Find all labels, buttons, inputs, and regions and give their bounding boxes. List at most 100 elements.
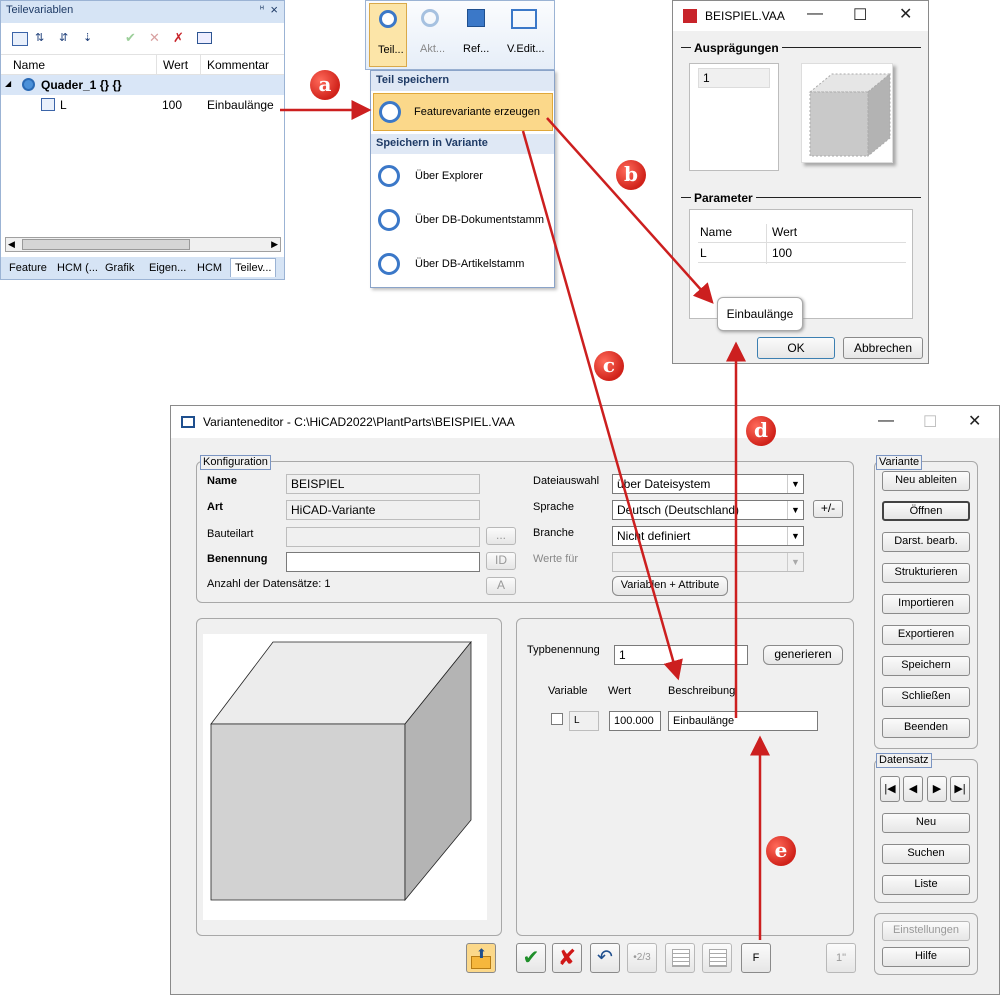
ref-button[interactable]: Ref... [456, 3, 494, 67]
schliessen-button[interactable]: Schließen [882, 687, 970, 707]
auspraegungen-list[interactable]: 1 [689, 63, 779, 171]
close-icon[interactable]: ✕ [899, 4, 912, 24]
col-name[interactable]: Name [13, 58, 45, 72]
gear-icon [378, 165, 400, 187]
dialog-titlebar: BEISPIEL.VAA — ☐ ✕ [673, 1, 928, 31]
liste-button[interactable]: Liste [882, 875, 970, 895]
menu-item-featurevariante[interactable]: Featurevariante erzeugen [373, 93, 553, 131]
table-button[interactable] [665, 943, 695, 973]
prev-record-button[interactable]: ◀ [903, 776, 923, 802]
export-button[interactable]: ⬆ [466, 943, 496, 973]
horizontal-scrollbar[interactable]: ◀ ▶ [5, 237, 281, 252]
pin-icon[interactable]: ᵸ [260, 3, 264, 15]
cell-wert[interactable]: 100 [162, 98, 182, 112]
exportieren-button[interactable]: Exportieren [882, 625, 970, 645]
first-record-button[interactable]: |◀ [880, 776, 900, 802]
variablen-attribute-button[interactable]: Variablen + Attribute [612, 576, 728, 596]
tab-hcm-1[interactable]: HCM (... [57, 262, 98, 274]
strukturieren-button[interactable]: Strukturieren [882, 563, 970, 583]
f-button[interactable]: F [741, 943, 771, 973]
menu-item-artikelstamm[interactable]: Über DB-Artikelstamm [373, 247, 553, 285]
count-button[interactable]: •2/3 [627, 943, 657, 973]
darst-bearb-button[interactable]: Darst. bearb. [882, 532, 970, 552]
discard-button[interactable]: ✘ [552, 943, 582, 973]
tab-teilevariablen[interactable]: Teilev... [230, 258, 277, 277]
sprache-select[interactable]: Deutsch (Deutschland) ▼ [612, 500, 804, 520]
dateiauswahl-select[interactable]: über Dateisystem ▼ [612, 474, 804, 494]
neu-button[interactable]: Neu [882, 813, 970, 833]
maximize-icon[interactable]: ☐ [853, 5, 867, 25]
art-field[interactable]: HiCAD-Variante [286, 500, 480, 520]
variable-name-field[interactable]: L [569, 711, 599, 731]
save-icon [467, 9, 485, 27]
konfiguration-label: Konfiguration [200, 455, 271, 470]
benennung-field[interactable] [286, 552, 480, 572]
oeffnen-button[interactable]: Öffnen [882, 501, 970, 521]
tab-hcm-2[interactable]: HCM [197, 262, 222, 274]
tree-root-row[interactable]: ◢ Quader_1 {} {} [1, 75, 284, 95]
apply-button[interactable]: ✔ [516, 943, 546, 973]
variable-beschreibung-field[interactable]: Einbaulänge [668, 711, 818, 731]
branche-select[interactable]: Nicht definiert ▼ [612, 526, 804, 546]
col-wert[interactable]: Wert [163, 58, 188, 72]
menu-item-dokumentstamm[interactable]: Über DB-Dokumentstamm [373, 203, 553, 241]
name-field[interactable]: BEISPIEL [286, 474, 480, 494]
tab-feature[interactable]: Feature [9, 262, 47, 274]
cell-kommentar[interactable]: Einbaulänge [207, 98, 274, 112]
maximize-icon[interactable]: ☐ [923, 412, 937, 432]
delete-icon[interactable]: ✗ [173, 30, 184, 46]
speichern-button[interactable]: Speichern [882, 656, 970, 676]
cross-icon: ✘ [557, 945, 577, 970]
inch-button[interactable]: 1" [826, 943, 856, 973]
edit-icon[interactable] [197, 32, 212, 44]
param-value[interactable]: 100 [772, 246, 792, 260]
close-icon[interactable]: ✕ [968, 411, 981, 431]
minimize-icon[interactable]: — [878, 412, 894, 430]
generieren-button[interactable]: generieren [763, 645, 843, 665]
sort-up-icon[interactable]: ⇅ [35, 31, 44, 44]
a-button[interactable]: A [486, 577, 516, 595]
variable-checkbox[interactable] [551, 713, 563, 725]
sort-down-icon[interactable]: ⇵ [59, 31, 68, 44]
table-row[interactable]: L 100 Einbaulänge [1, 95, 284, 115]
teil-button[interactable]: Teil... [369, 3, 407, 67]
chevron-down-icon: ▼ [787, 475, 803, 493]
list-item[interactable]: 1 [698, 68, 770, 88]
scroll-left-icon[interactable]: ◀ [8, 239, 15, 250]
plusminus-button[interactable]: +/- [813, 500, 843, 518]
neu-ableiten-button[interactable]: Neu ableiten [882, 471, 970, 491]
suchen-button[interactable]: Suchen [882, 844, 970, 864]
col-kommentar[interactable]: Kommentar [207, 58, 269, 72]
tab-grafik[interactable]: Grafik [105, 262, 134, 274]
bauteilart-browse-button[interactable]: ... [486, 527, 516, 545]
importieren-button[interactable]: Importieren [882, 594, 970, 614]
next-record-button[interactable]: ▶ [927, 776, 947, 802]
scroll-right-icon[interactable]: ▶ [271, 239, 278, 250]
typbenennung-field[interactable]: 1 [614, 645, 748, 665]
sort-icon[interactable]: ⇣ [83, 31, 92, 44]
ok-button[interactable]: OK [757, 337, 835, 359]
table-edit-button[interactable] [702, 943, 732, 973]
cross-icon[interactable]: ✕ [149, 30, 160, 46]
variable-icon[interactable] [12, 32, 28, 46]
undo-button[interactable]: ↶ [590, 943, 620, 973]
menu-item-explorer[interactable]: Über Explorer [373, 159, 553, 197]
cancel-button[interactable]: Abbrechen [843, 337, 923, 359]
bauteilart-field[interactable] [286, 527, 480, 547]
check-icon[interactable]: ✔ [125, 30, 136, 46]
akt-button[interactable]: Akt... [412, 3, 450, 67]
close-icon[interactable]: × [270, 2, 278, 17]
tab-eigen[interactable]: Eigen... [149, 262, 186, 274]
last-record-button[interactable]: ▶| [950, 776, 970, 802]
scroll-thumb[interactable] [22, 239, 190, 250]
hilfe-button[interactable]: Hilfe [882, 947, 970, 967]
einstellungen-button[interactable]: Einstellungen [882, 921, 970, 941]
variable-wert-field[interactable]: 100.000 [609, 711, 661, 731]
werte-fuer-select[interactable]: ▼ [612, 552, 804, 572]
vedit-button[interactable]: V.Edit... [501, 3, 551, 67]
id-button[interactable]: ID [486, 552, 516, 570]
variante-label: Variante [876, 455, 923, 470]
minimize-icon[interactable]: — [807, 5, 823, 23]
collapse-icon[interactable]: ◢ [5, 79, 11, 88]
beenden-button[interactable]: Beenden [882, 718, 970, 738]
